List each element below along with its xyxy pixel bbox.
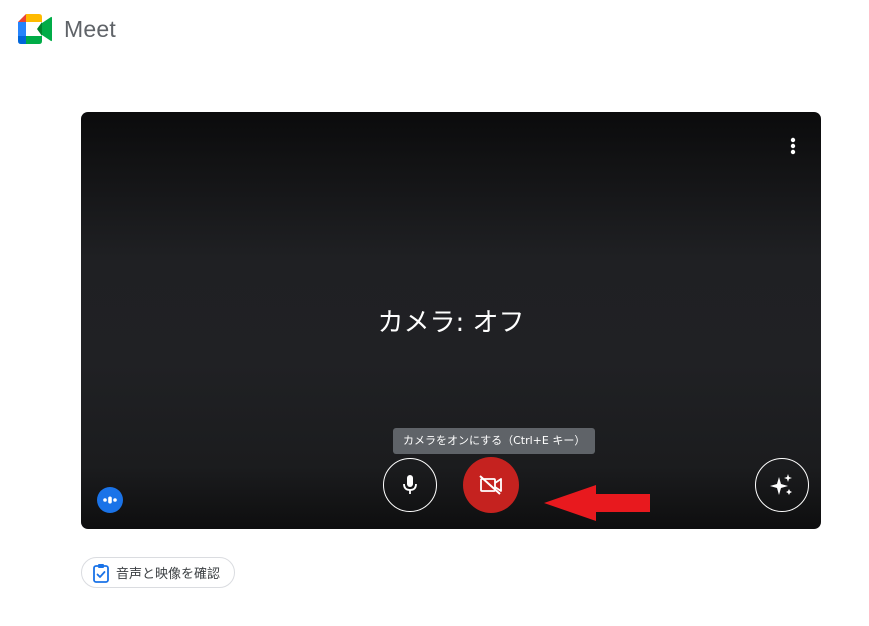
videocam-off-icon: [479, 475, 502, 495]
camera-toggle-button[interactable]: [463, 457, 519, 513]
microphone-icon: [403, 475, 417, 494]
check-audio-video-button[interactable]: 音声と映像を確認: [81, 557, 236, 588]
camera-status-text: カメラ: オフ: [377, 308, 525, 338]
clipboard-check-icon: [93, 563, 109, 583]
audio-level-icon: [103, 496, 117, 504]
google-meet-logo-icon[interactable]: [18, 14, 52, 44]
video-preview: カメラ: オフ カメラをオンにする（Ctrl+E キー）: [81, 112, 821, 529]
app-name: Meet: [64, 15, 116, 42]
red-arrow-annotation: [544, 485, 650, 521]
microphone-button[interactable]: [383, 458, 437, 512]
check-audio-video-label: 音声と映像を確認: [116, 567, 221, 582]
more-vert-icon: [790, 137, 796, 155]
sparkle-effects-icon: [770, 474, 792, 495]
app-header: Meet: [18, 12, 116, 46]
audio-level-indicator: [97, 487, 123, 513]
camera-tooltip: カメラをオンにする（Ctrl+E キー）: [393, 428, 596, 454]
visual-effects-button[interactable]: [755, 458, 809, 512]
more-options-button[interactable]: [781, 134, 805, 158]
